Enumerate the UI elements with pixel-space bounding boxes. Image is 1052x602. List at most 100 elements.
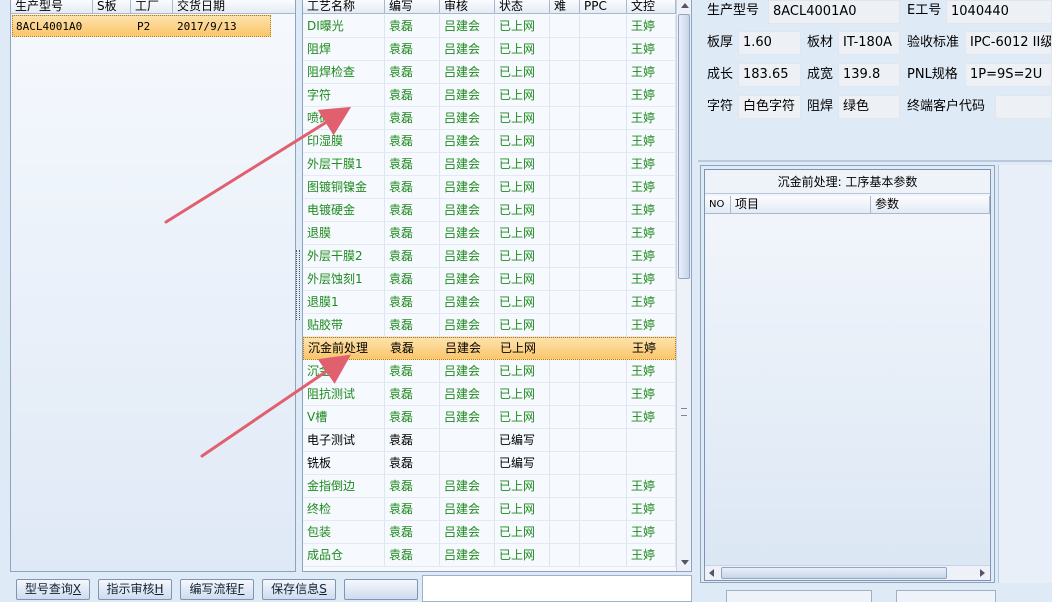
cell-ppc bbox=[580, 314, 627, 337]
table-row[interactable]: 电镀硬金 袁磊 吕建会 已上网 王婷 bbox=[303, 199, 676, 222]
scroll-right-icon[interactable] bbox=[980, 569, 985, 577]
col-header-status[interactable]: 状态 bbox=[495, 0, 550, 14]
field-customer-code[interactable] bbox=[995, 95, 1052, 119]
cell-reviewer bbox=[440, 429, 495, 452]
cell-ppc bbox=[580, 153, 627, 176]
table-row[interactable]: 沉金 袁磊 吕建会 已上网 王婷 bbox=[303, 360, 676, 383]
label-customer-code: 终端客户代码 bbox=[907, 99, 986, 114]
col-header-factory[interactable]: 工厂 bbox=[131, 0, 173, 14]
cell-doc-control: 王婷 bbox=[627, 544, 676, 567]
field-solder-mask[interactable]: 绿色 bbox=[838, 95, 900, 119]
table-row[interactable]: 铣板 袁磊 已编写 bbox=[303, 452, 676, 475]
table-row[interactable]: 终检 袁磊 吕建会 已上网 王婷 bbox=[303, 498, 676, 521]
cell-ppc bbox=[580, 38, 627, 61]
cell-status: 已上网 bbox=[495, 268, 550, 291]
cell-reviewer: 吕建会 bbox=[440, 153, 495, 176]
col-header-model[interactable]: 生产型号 bbox=[11, 0, 93, 14]
col-header-reviewer[interactable]: 审核 bbox=[440, 0, 495, 14]
table-row[interactable]: 金指倒边 袁磊 吕建会 已上网 王婷 bbox=[303, 475, 676, 498]
cell-model: 8ACL4001A0 bbox=[16, 20, 83, 33]
cell-difficulty bbox=[550, 268, 580, 291]
col-header-difficulty[interactable]: 难 bbox=[550, 0, 580, 14]
col-header-doc-control[interactable]: 文控 bbox=[627, 0, 676, 14]
cell-process-name: 外层蚀刻1 bbox=[303, 268, 385, 291]
param-col-item[interactable]: 项目 bbox=[731, 196, 871, 214]
cell-difficulty bbox=[550, 383, 580, 406]
cell-status: 已上网 bbox=[495, 130, 550, 153]
param-hscrollbar[interactable] bbox=[705, 565, 990, 580]
table-row[interactable]: 外层干膜1 袁磊 吕建会 已上网 王婷 bbox=[303, 153, 676, 176]
blank-button[interactable] bbox=[344, 579, 418, 600]
cell-difficulty bbox=[550, 130, 580, 153]
bottom-right-control-2[interactable] bbox=[896, 590, 996, 602]
table-row[interactable]: 沉金前处理 袁磊 吕建会 已上网 王婷 bbox=[303, 337, 676, 360]
field-e-number[interactable]: 1040440 bbox=[946, 0, 1052, 24]
label-character: 字符 bbox=[707, 99, 734, 114]
col-header-ppc[interactable]: PPC bbox=[580, 0, 627, 14]
write-process-button-label: 编写流程 bbox=[189, 582, 238, 596]
cell-doc-control: 王婷 bbox=[627, 15, 676, 38]
cell-process-name: 电子测试 bbox=[303, 429, 385, 452]
write-process-button[interactable]: 编写流程F bbox=[180, 579, 254, 600]
field-character[interactable]: 白色字符 bbox=[738, 95, 801, 119]
table-row[interactable]: 阻焊检查 袁磊 吕建会 已上网 王婷 bbox=[303, 61, 676, 84]
col-header-writer[interactable]: 编写 bbox=[385, 0, 440, 14]
col-header-delivery-date[interactable]: 交货日期 bbox=[173, 0, 295, 14]
table-row[interactable]: DI曝光 袁磊 吕建会 已上网 王婷 bbox=[303, 15, 676, 38]
scroll-down-icon[interactable] bbox=[681, 560, 689, 565]
param-col-no[interactable]: NO bbox=[705, 196, 731, 214]
field-length[interactable]: 183.65 bbox=[738, 63, 801, 87]
table-row[interactable]: 外层干膜2 袁磊 吕建会 已上网 王婷 bbox=[303, 245, 676, 268]
cell-doc-control: 王婷 bbox=[627, 475, 676, 498]
cell-status: 已上网 bbox=[495, 199, 550, 222]
cell-status: 已上网 bbox=[495, 38, 550, 61]
scroll-up-icon[interactable] bbox=[681, 3, 689, 8]
col-header-process-name[interactable]: 工艺名称 bbox=[303, 0, 385, 14]
field-pnl[interactable]: 1P=9S=2U bbox=[965, 63, 1052, 87]
table-row[interactable]: 阻焊 袁磊 吕建会 已上网 王婷 bbox=[303, 38, 676, 61]
process-scrollbar[interactable] bbox=[676, 0, 691, 571]
cell-status: 已上网 bbox=[495, 153, 550, 176]
table-row[interactable]: 贴胶带 袁磊 吕建会 已上网 王婷 bbox=[303, 314, 676, 337]
table-row[interactable]: V槽 袁磊 吕建会 已上网 王婷 bbox=[303, 406, 676, 429]
table-row[interactable]: 外层蚀刻1 袁磊 吕建会 已上网 王婷 bbox=[303, 268, 676, 291]
field-material[interactable]: IT-180A bbox=[838, 31, 900, 55]
cell-writer: 袁磊 bbox=[385, 383, 440, 406]
cell-process-name: 印湿膜 bbox=[303, 130, 385, 153]
table-row[interactable]: 喷砂 袁磊 吕建会 已上网 王婷 bbox=[303, 107, 676, 130]
table-row[interactable]: 图镀铜镍金 袁磊 吕建会 已上网 王婷 bbox=[303, 176, 676, 199]
table-row[interactable]: 字符 袁磊 吕建会 已上网 王婷 bbox=[303, 84, 676, 107]
scrollbar-thumb[interactable] bbox=[678, 14, 690, 279]
save-info-button-key: S bbox=[319, 582, 327, 596]
table-row[interactable]: 包装 袁磊 吕建会 已上网 王婷 bbox=[303, 521, 676, 544]
param-col-value[interactable]: 参数 bbox=[871, 196, 990, 214]
cell-writer: 袁磊 bbox=[385, 406, 440, 429]
cell-ppc bbox=[580, 84, 627, 107]
col-header-sboard[interactable]: S板 bbox=[93, 0, 131, 14]
table-row[interactable]: 退膜1 袁磊 吕建会 已上网 王婷 bbox=[303, 291, 676, 314]
field-model[interactable]: 8ACL4001A0 bbox=[768, 0, 900, 24]
cell-writer: 袁磊 bbox=[390, 341, 415, 355]
scrollbar-grip-icon bbox=[681, 408, 687, 416]
table-row[interactable]: 印湿膜 袁磊 吕建会 已上网 王婷 bbox=[303, 130, 676, 153]
model-query-button[interactable]: 型号查询X bbox=[16, 579, 90, 600]
cell-doc-control: 王婷 bbox=[627, 130, 676, 153]
table-row[interactable]: 8ACL4001A0 P2 2017/9/13 bbox=[12, 15, 271, 37]
save-info-button[interactable]: 保存信息S bbox=[262, 579, 336, 600]
table-row[interactable]: 电子测试 袁磊 已编写 bbox=[303, 429, 676, 452]
field-width[interactable]: 139.8 bbox=[838, 63, 900, 87]
field-thickness[interactable]: 1.60 bbox=[738, 31, 801, 55]
table-row[interactable]: 阻抗测试 袁磊 吕建会 已上网 王婷 bbox=[303, 383, 676, 406]
table-row[interactable]: 成品仓 袁磊 吕建会 已上网 王婷 bbox=[303, 544, 676, 567]
param-hscroll-thumb[interactable] bbox=[721, 567, 947, 579]
cell-writer: 袁磊 bbox=[385, 107, 440, 130]
field-standard[interactable]: IPC-6012 II级 bbox=[965, 31, 1052, 55]
splitter-handle[interactable] bbox=[296, 250, 300, 320]
scroll-left-icon[interactable] bbox=[709, 569, 714, 577]
cell-difficulty bbox=[550, 360, 580, 383]
instruction-review-button[interactable]: 指示审核H bbox=[98, 579, 172, 600]
bottom-right-control[interactable] bbox=[726, 590, 872, 602]
cell-doc-control: 王婷 bbox=[627, 153, 676, 176]
cell-ppc bbox=[581, 338, 628, 359]
table-row[interactable]: 退膜 袁磊 吕建会 已上网 王婷 bbox=[303, 222, 676, 245]
